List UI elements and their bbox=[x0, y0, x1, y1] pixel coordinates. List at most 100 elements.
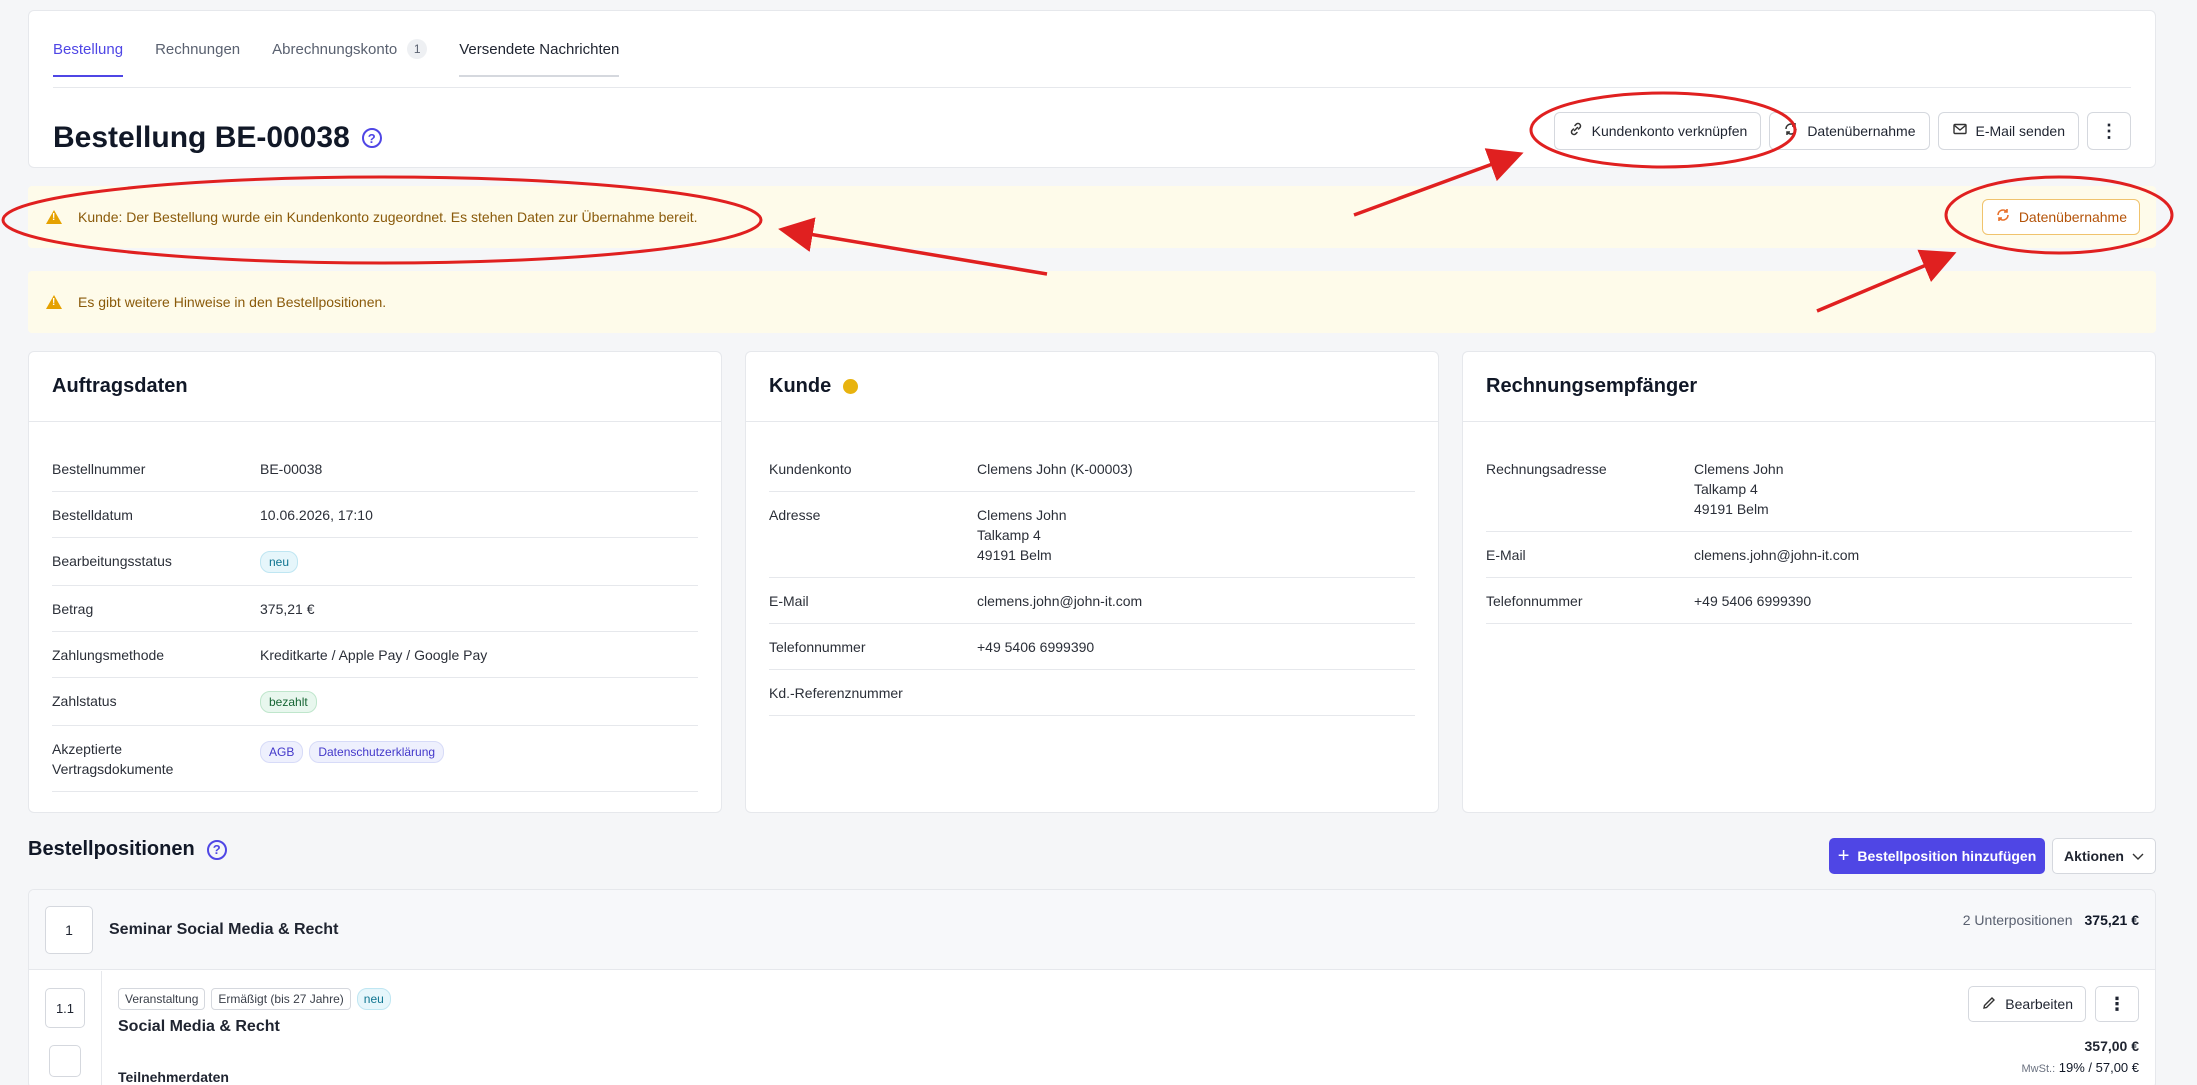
item-tag: Veranstaltung bbox=[118, 988, 206, 1010]
detail-row: Telefonnummer +49 5406 6999390 bbox=[1486, 578, 2132, 624]
chevron-down-icon bbox=[2132, 848, 2144, 864]
tax-value: 19% / 57,00 € bbox=[2058, 1060, 2139, 1075]
pencil-icon bbox=[1981, 995, 1997, 1014]
position-title: Seminar Social Media & Recht bbox=[109, 920, 339, 938]
item-price: 357,00 € bbox=[2084, 1038, 2140, 1054]
row-label-line: Akzeptierte bbox=[52, 741, 123, 757]
detail-row: Rechnungsadresse Clemens John Talkamp 4 491… bbox=[1486, 446, 2132, 532]
detail-row: Kd.-Referenznummer bbox=[769, 670, 1415, 716]
tab-count-badge: 1 bbox=[407, 39, 428, 59]
row-label: Bestellnummer bbox=[52, 461, 146, 477]
position-group-header[interactable]: 1 Seminar Social Media & Recht 2 Unterpo… bbox=[29, 890, 2155, 970]
order-date: 10.06.2026, 17:10 bbox=[260, 507, 373, 523]
more-options-button[interactable]: ⋮ bbox=[2087, 112, 2131, 150]
row-label: Zahlungsmethode bbox=[52, 647, 165, 663]
order-data-card: Auftragsdaten Bestellnummer BE-00038 Best… bbox=[28, 351, 722, 813]
item-status-badge: neu bbox=[356, 988, 391, 1010]
data-import-button[interactable]: Datenübernahme bbox=[1769, 112, 1930, 150]
detail-row: Telefonnummer +49 5406 6999390 bbox=[769, 624, 1415, 670]
button-label: Bestellposition hinzufügen bbox=[1857, 848, 2037, 864]
row-label: Telefonnummer bbox=[1486, 593, 1583, 609]
detail-row: E-Mail clemens.john@john-it.com bbox=[1486, 532, 2132, 578]
card-title-text: Kunde bbox=[769, 375, 832, 397]
item-tags: Veranstaltung Ermäßigt (bis 27 Jahre) ne… bbox=[118, 988, 391, 1010]
row-label: Rechnungsadresse bbox=[1486, 461, 1607, 477]
row-label: E-Mail bbox=[769, 593, 809, 609]
order-number: BE-00038 bbox=[260, 461, 323, 477]
button-label: Kundenkonto verknüpfen bbox=[1591, 123, 1748, 139]
detail-row: Bearbeitungsstatus neu bbox=[52, 538, 698, 586]
sub-position-title: Social Media & Recht bbox=[118, 1018, 280, 1035]
card-title: Kunde bbox=[746, 352, 1438, 422]
row-label: Kd.-Referenznummer bbox=[769, 685, 903, 701]
item-more-button[interactable]: ⋮ bbox=[2095, 986, 2139, 1022]
status-dot-icon bbox=[843, 379, 859, 394]
row-label-line: Vertragsdokumente bbox=[52, 761, 174, 777]
mail-icon bbox=[1952, 121, 1968, 141]
detail-row: Zahlstatus bezahlt bbox=[52, 678, 698, 726]
address-line: 49191 Belm bbox=[977, 547, 1052, 563]
refresh-icon bbox=[1995, 207, 2011, 228]
refresh-icon bbox=[1783, 121, 1799, 141]
card-title: Rechnungsempfänger bbox=[1463, 352, 2155, 422]
tab-label: Abrechnungskonto bbox=[272, 40, 398, 58]
document-badge[interactable]: Datenschutzerklärung bbox=[309, 741, 445, 763]
row-label: Bestelldatum bbox=[52, 507, 133, 523]
tab-versendete-nachrichten[interactable]: Versendete Nachrichten bbox=[459, 39, 620, 77]
detail-row: Bestelldatum 10.06.2026, 17:10 bbox=[52, 492, 698, 538]
link-icon bbox=[1568, 121, 1584, 141]
processing-status-badge: neu bbox=[260, 551, 299, 573]
document-badge[interactable]: AGB bbox=[260, 741, 304, 763]
address-line: Clemens John bbox=[977, 507, 1067, 523]
order-header-card: Bestellung Rechnungen Abrechnungskonto 1 … bbox=[28, 10, 2156, 168]
detail-row: Betrag 375,21 € bbox=[52, 586, 698, 632]
tab-label: Versendete Nachrichten bbox=[459, 40, 620, 58]
page-title: Bestellung BE-00038 ? bbox=[53, 121, 382, 155]
customer-account: Clemens John (K-00003) bbox=[977, 461, 1133, 477]
plus-icon: + bbox=[1837, 844, 1850, 867]
item-tax: MwSt.: 19% / 57,00 € bbox=[2022, 1060, 2139, 1075]
billing-card: Rechnungsempfänger Rechnungsadresse Cleme… bbox=[1462, 351, 2156, 813]
actions-dropdown-button[interactable]: Aktionen bbox=[2052, 838, 2156, 874]
alert-data-import-button[interactable]: Datenübernahme bbox=[1981, 199, 2140, 235]
warning-icon bbox=[46, 210, 62, 224]
tab-bestellung[interactable]: Bestellung bbox=[53, 39, 124, 77]
sub-position-count: 2 Unterpositionen bbox=[1962, 912, 2073, 928]
row-label: Akzeptierte Vertragsdokumente bbox=[52, 739, 260, 779]
detail-row: Adresse Clemens John Talkamp 4 49191 Belm bbox=[769, 492, 1415, 578]
detail-row: Kundenkonto Clemens John (K-00003) bbox=[769, 446, 1415, 492]
order-amount: 375,21 € bbox=[260, 601, 315, 617]
address-line: 49191 Belm bbox=[1694, 501, 1769, 517]
billing-address: Clemens John Talkamp 4 49191 Belm bbox=[1694, 459, 1784, 519]
row-label: Telefonnummer bbox=[769, 639, 866, 655]
customer-email: clemens.john@john-it.com bbox=[977, 593, 1143, 609]
billing-email: clemens.john@john-it.com bbox=[1694, 547, 1860, 563]
add-position-button[interactable]: + Bestellposition hinzufügen bbox=[1829, 838, 2045, 874]
detail-row: Zahlungsmethode Kreditkarte / Apple Pay /… bbox=[52, 632, 698, 678]
help-icon[interactable]: ? bbox=[361, 128, 382, 148]
address-line: Clemens John bbox=[1694, 461, 1784, 477]
header-actions: Kundenkonto verknüpfen Datenübernahme E-… bbox=[1553, 112, 2131, 150]
row-label: Betrag bbox=[52, 601, 94, 617]
address-line: Talkamp 4 bbox=[1694, 481, 1758, 497]
select-checkbox[interactable] bbox=[49, 1045, 81, 1077]
button-label: Datenübernahme bbox=[2018, 209, 2127, 225]
customer-card: Kunde Kundenkonto Clemens John (K-00003) … bbox=[745, 351, 1439, 813]
detail-row: Bestellnummer BE-00038 bbox=[52, 446, 698, 492]
tab-divider bbox=[53, 87, 2131, 88]
tab-abrechnungskonto[interactable]: Abrechnungskonto 1 bbox=[272, 39, 428, 77]
payment-method: Kreditkarte / Apple Pay / Google Pay bbox=[260, 647, 488, 663]
link-customer-account-button[interactable]: Kundenkonto verknüpfen bbox=[1553, 112, 1762, 150]
participant-data-heading: Teilnehmerdaten bbox=[118, 1069, 229, 1085]
edit-button[interactable]: Bearbeiten bbox=[1968, 986, 2086, 1022]
tab-rechnungen[interactable]: Rechnungen bbox=[155, 39, 240, 77]
send-email-button[interactable]: E-Mail senden bbox=[1937, 112, 2079, 150]
help-icon[interactable]: ? bbox=[206, 839, 227, 860]
position-number: 1 bbox=[45, 905, 93, 954]
position-meta: 2 Unterpositionen 375,21 € bbox=[1963, 912, 2139, 928]
row-label: E-Mail bbox=[1486, 547, 1526, 563]
button-label: E-Mail senden bbox=[1975, 123, 2066, 139]
payment-status-badge: bezahlt bbox=[260, 691, 317, 713]
tab-label: Bestellung bbox=[53, 40, 124, 58]
alert-text: Es gibt weitere Hinweise in den Bestellp… bbox=[78, 294, 387, 310]
